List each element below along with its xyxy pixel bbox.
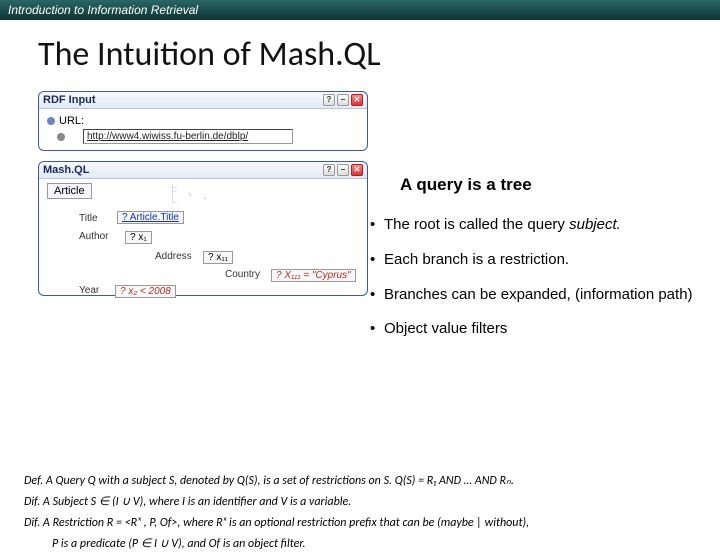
explanation-bullets: The root is called the query subject. Ea…: [370, 216, 710, 355]
branch-author: Author: [79, 231, 108, 242]
close-icon[interactable]: ✕: [351, 164, 363, 176]
bullet-branch: Each branch is a restriction.: [370, 251, 710, 270]
help-icon[interactable]: ?: [323, 94, 335, 106]
mashql-panel-controls: ? − ✕: [323, 164, 363, 176]
minimize-icon[interactable]: −: [337, 164, 349, 176]
var-article-title: ? Article.Title: [117, 211, 184, 224]
mashql-panel: Mash.QL ? − ✕ Article: [38, 161, 368, 296]
bullet-expand: Branches can be expanded, (information p…: [370, 286, 710, 305]
def-restriction: Dif. A Restriction R = <Rₓ , P, Of>, whe…: [24, 516, 696, 531]
branch-year: Year: [79, 285, 99, 296]
close-icon[interactable]: ✕: [351, 94, 363, 106]
bullet-root: The root is called the query subject.: [370, 216, 710, 235]
bullet-filters: Object value filters: [370, 320, 710, 339]
url-label: URL:: [59, 115, 84, 127]
slide-title: The Intuition of Mash.QL: [38, 34, 694, 75]
var-x1: ? x₁: [125, 231, 152, 244]
def-restriction-cont: P is a predicate (P ∈ I ∪ V), and Of is …: [24, 537, 696, 552]
tagline: A query is a tree: [400, 175, 532, 195]
var-country-filter: ? X₁₁₁ = "Cyprus": [271, 269, 356, 282]
var-year-filter: ? x₂ < 2008: [115, 285, 176, 298]
def-subject: Dif. A Subject S ∈ (I ∪ V), where I is a…: [24, 495, 696, 510]
definitions: Def. A Query Q with a subject S, denoted…: [24, 474, 696, 552]
rdf-input-panel: RDF Input ? − ✕ URL:: [38, 91, 368, 151]
minimize-icon[interactable]: −: [337, 94, 349, 106]
bullet-icon: [57, 133, 65, 141]
help-icon[interactable]: ?: [323, 164, 335, 176]
def-query: Def. A Query Q with a subject S, denoted…: [24, 474, 696, 489]
tree-root: Article: [47, 183, 92, 199]
branch-country: Country: [225, 269, 260, 280]
mashql-panel-title: Mash.QL: [43, 164, 89, 176]
course-header: Introduction to Information Retrieval: [0, 0, 720, 20]
bullet-icon: [47, 117, 55, 125]
rdf-panel-title: RDF Input: [43, 94, 96, 106]
var-x11: ? x₁₁: [203, 251, 233, 264]
branch-title: Title: [79, 213, 98, 224]
branch-address: Address: [155, 251, 192, 262]
rdf-panel-controls: ? − ✕: [323, 94, 363, 106]
url-input[interactable]: [83, 129, 293, 144]
